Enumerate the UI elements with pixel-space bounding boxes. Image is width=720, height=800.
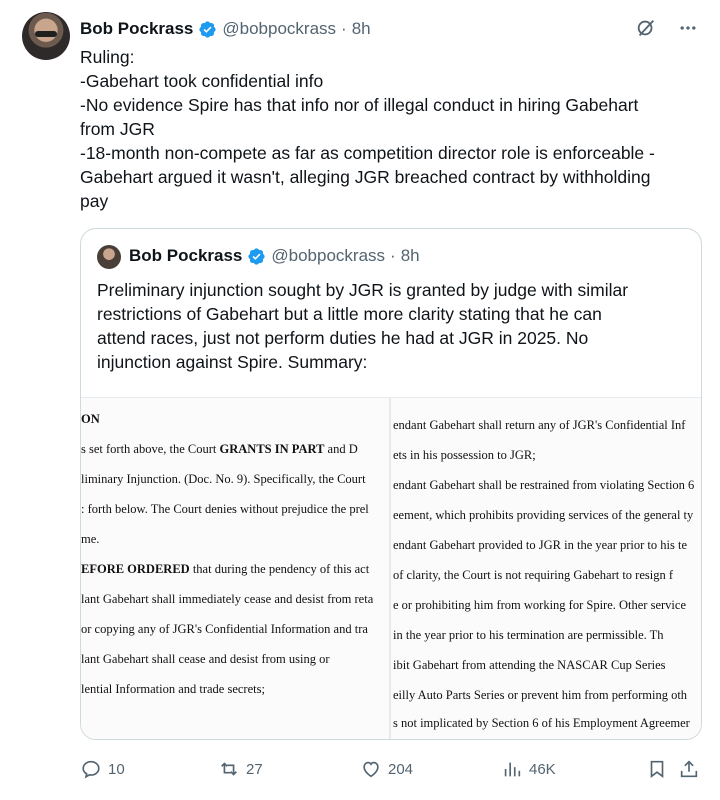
action-bar: 10 27 204 46K	[80, 756, 702, 782]
views-icon	[504, 762, 521, 777]
avatar[interactable]	[22, 12, 70, 60]
doc-left-line: me.	[81, 532, 100, 546]
quote-text: Preliminary injunction sought by JGR is …	[97, 278, 687, 374]
tweet-line: -Gabehart took confidential info	[80, 71, 324, 91]
verified-badge-icon	[248, 247, 266, 265]
reply-count: 10	[108, 760, 125, 778]
doc-left-line: lential Information and trade secrets;	[81, 682, 265, 696]
quote-author-handle: @bobpockrass	[271, 246, 386, 265]
quote-author-name: Bob Pockrass	[129, 246, 243, 265]
doc-right-line: eilly Auto Parts Series or prevent him f…	[393, 688, 688, 702]
tweet-line: -No evidence Spire has that info nor of …	[80, 95, 639, 115]
quote-header: Bob Pockrass @bobpockrass · 8h	[129, 246, 420, 266]
quote-line: attend races, just not perform duties he…	[97, 328, 589, 348]
doc-right-line: ibit Gabehart from attending the NASCAR …	[393, 658, 666, 672]
doc-right-line: of clarity, the Court is not requiring G…	[393, 568, 674, 582]
grok-icon[interactable]	[634, 16, 658, 40]
author-name[interactable]: Bob Pockrass	[80, 19, 193, 39]
quote-line: Preliminary injunction sought by JGR is …	[97, 280, 629, 300]
doc-left-line: lant Gabehart shall cease and desist fro…	[81, 652, 330, 666]
share-icon	[680, 760, 698, 778]
document-image[interactable]: ON s set forth above, the Court GRANTS I…	[81, 397, 701, 739]
reply-icon	[82, 760, 100, 779]
doc-right-line: eement, which prohibits providing servic…	[393, 508, 694, 522]
tweet-header: Bob Pockrass @bobpockrass · 8h	[80, 17, 371, 41]
tweet-line: from JGR	[80, 119, 155, 139]
doc-right-line: s not implicated by Section 6 of his Emp…	[393, 716, 690, 730]
quote-avatar	[97, 245, 121, 269]
quote-timestamp: 8h	[400, 246, 420, 265]
doc-left-line: liminary Injunction. (Doc. No. 9). Speci…	[81, 472, 366, 486]
retweet-count: 27	[246, 760, 263, 778]
quote-line: restrictions of Gabehart but a little mo…	[97, 304, 602, 324]
verified-badge-icon	[199, 20, 217, 38]
tweet-line: Gabehart argued it wasn't, alleging JGR …	[80, 167, 651, 187]
more-icon[interactable]	[676, 16, 700, 40]
separator: ·	[341, 19, 347, 38]
views-button[interactable]: 46K	[501, 758, 556, 780]
doc-left-line: EFORE ORDERED that during the pendency o…	[81, 562, 370, 576]
separator: ·	[390, 246, 396, 265]
doc-left-line: or copying any of JGR's Confidential Inf…	[81, 622, 368, 636]
retweet-icon	[221, 762, 237, 776]
doc-left-line: lant Gabehart shall immediately cease an…	[81, 592, 374, 606]
tweet-line: pay	[80, 191, 109, 211]
retweet-button[interactable]: 27	[218, 758, 263, 780]
bookmark-button[interactable]	[646, 758, 668, 780]
document-divider	[389, 398, 391, 739]
tweet-text: Ruling: -Gabehart took confidential info…	[80, 45, 700, 213]
document-left-column: ON s set forth above, the Court GRANTS I…	[81, 398, 391, 739]
heart-icon	[363, 761, 379, 778]
doc-left-line: s set forth above, the Court GRANTS IN P…	[81, 442, 358, 456]
doc-right-line: in the year prior to his termination are…	[393, 628, 664, 642]
like-button[interactable]: 204	[360, 758, 413, 780]
doc-right-line: e or prohibiting him from working for Sp…	[393, 598, 686, 612]
doc-left-line: : forth below. The Court denies without …	[81, 502, 369, 516]
top-actions	[634, 16, 700, 40]
bookmark-icon	[650, 760, 664, 778]
quoted-tweet[interactable]: Bob Pockrass @bobpockrass · 8h Prelimina…	[80, 228, 702, 740]
document-right-column: endant Gabehart shall return any of JGR'…	[393, 398, 701, 739]
timestamp[interactable]: 8h	[352, 19, 371, 39]
tweet-line: Ruling:	[80, 47, 135, 67]
doc-left-line: ON	[81, 412, 100, 426]
like-count: 204	[388, 760, 414, 778]
share-button[interactable]	[678, 758, 700, 780]
tweet[interactable]: Bob Pockrass @bobpockrass · 8h Ruling: -…	[0, 0, 720, 800]
views-count: 46K	[529, 760, 556, 778]
doc-right-line: endant Gabehart provided to JGR in the y…	[393, 538, 688, 552]
tweet-line: -18-month non-compete as far as competit…	[80, 143, 655, 163]
doc-right-line: endant Gabehart shall be restrained from…	[393, 478, 695, 492]
reply-button[interactable]: 10	[80, 758, 125, 780]
doc-right-line: ets in his possession to JGR;	[393, 448, 536, 462]
doc-right-line: endant Gabehart shall return any of JGR'…	[393, 418, 686, 432]
quote-line: injunction against Spire. Summary:	[97, 352, 368, 372]
author-handle[interactable]: @bobpockrass	[222, 19, 336, 39]
